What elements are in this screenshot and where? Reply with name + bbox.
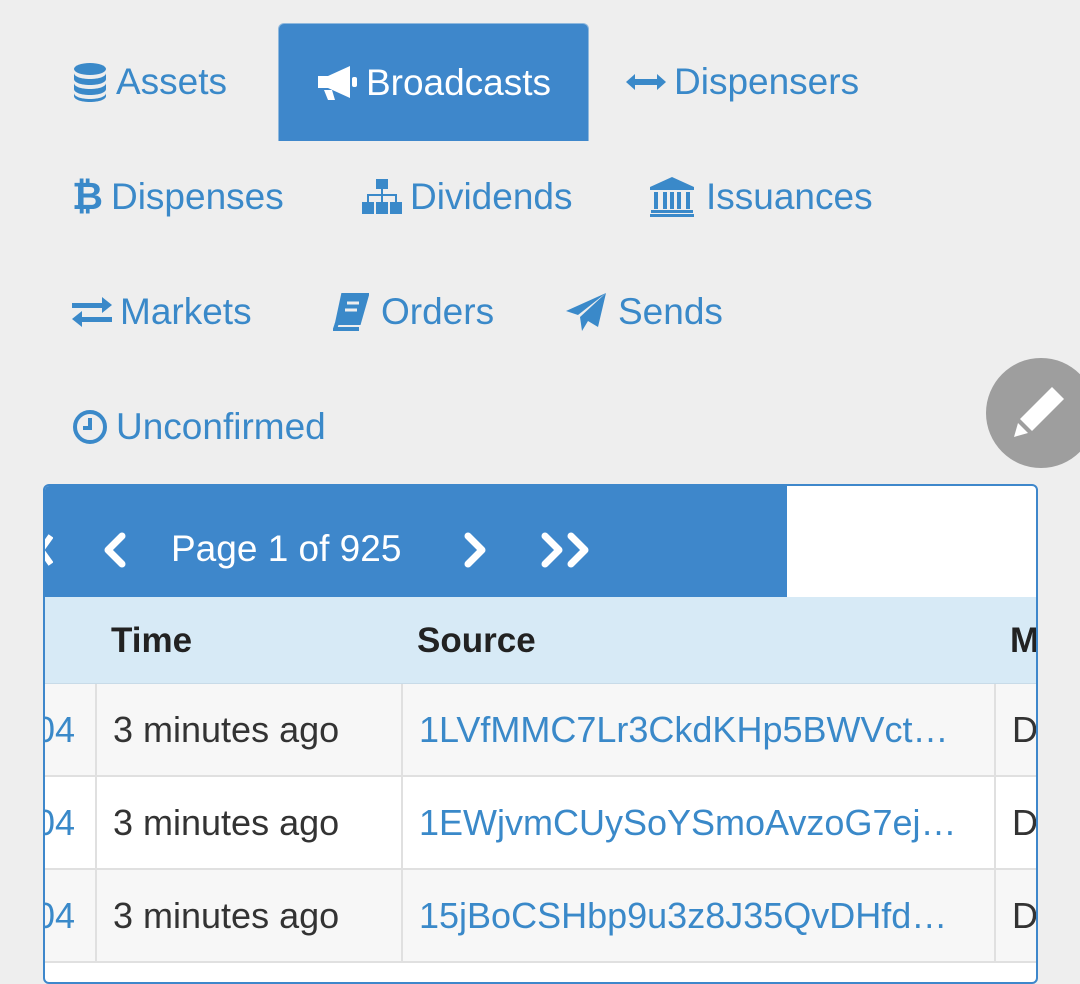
nav-broadcasts[interactable]: Broadcasts — [278, 23, 589, 141]
column-header-time[interactable]: Time — [111, 597, 391, 684]
message-cell: D — [994, 777, 1036, 868]
exchange-icon — [72, 297, 112, 327]
time-cell: 3 minutes ago — [95, 870, 401, 961]
sitemap-icon — [362, 179, 402, 215]
column-header-source[interactable]: Source — [417, 597, 977, 684]
nav-broadcasts-label: Broadcasts — [365, 61, 552, 103]
book-icon — [333, 293, 369, 331]
nav-markets[interactable]: Markets — [72, 290, 252, 334]
chevron-right-icon[interactable] — [463, 532, 487, 573]
broadcasts-panel: Page 1 of 925 Time Source M 04 3 minutes… — [43, 484, 1038, 984]
nav-dispensers-label: Dispensers — [674, 61, 860, 102]
edit-fab-button[interactable] — [986, 358, 1080, 468]
table-row: 04 3 minutes ago 1EWjvmCUySoYSmoAvzoG7ej… — [45, 777, 1036, 870]
nav-sends[interactable]: Sends — [566, 290, 723, 334]
source-address-link[interactable]: 15jBoCSHbp9u3z8J35QvDHfd… — [401, 870, 994, 961]
time-cell: 3 minutes ago — [95, 684, 401, 775]
nav-assets[interactable]: Assets — [72, 60, 227, 104]
clock-icon — [72, 409, 108, 445]
row-id-cell[interactable]: 04 — [45, 870, 95, 961]
nav-dividends-label: Dividends — [410, 176, 573, 217]
table-row: 04 3 minutes ago 1LVfMMC7Lr3CkdKHp5BWVct… — [45, 684, 1036, 777]
nav-sends-label: Sends — [618, 291, 723, 332]
nav-unconfirmed-label: Unconfirmed — [116, 406, 326, 447]
row-id-cell[interactable]: 04 — [45, 684, 95, 775]
table-header: Time Source M — [45, 597, 1036, 684]
pencil-icon — [1012, 383, 1068, 444]
time-cell: 3 minutes ago — [95, 777, 401, 868]
nav-markets-label: Markets — [120, 291, 252, 332]
message-cell: D — [994, 870, 1036, 961]
page-indicator: Page 1 of 925 — [171, 528, 402, 569]
nav-orders[interactable]: Orders — [333, 290, 494, 334]
pagination-bar: Page 1 of 925 — [45, 486, 787, 597]
nav-unconfirmed[interactable]: Unconfirmed — [72, 405, 326, 449]
row-id-cell[interactable]: 04 — [45, 777, 95, 868]
nav-assets-label: Assets — [116, 61, 228, 102]
nav-dispensers[interactable]: Dispensers — [626, 60, 859, 104]
nav-dispenses[interactable]: ₿ Dispenses — [72, 175, 284, 219]
nav-dispenses-label: Dispenses — [110, 176, 284, 217]
double-chevron-right-icon[interactable] — [540, 532, 596, 573]
chevron-left-icon[interactable] — [103, 532, 127, 573]
nav-issuances[interactable]: Issuances — [650, 175, 873, 219]
database-icon — [72, 62, 108, 102]
bullhorn-icon — [316, 64, 358, 102]
arrows-h-icon — [626, 72, 666, 92]
first-page-icon[interactable] — [45, 534, 54, 571]
column-header-message[interactable]: M — [1010, 597, 1036, 684]
paper-plane-icon — [566, 293, 606, 331]
message-cell: D — [994, 684, 1036, 775]
nav-orders-label: Orders — [381, 291, 495, 332]
nav-issuances-label: Issuances — [706, 176, 873, 217]
table-row: 04 3 minutes ago 15jBoCSHbp9u3z8J35QvDHf… — [45, 870, 1036, 963]
source-address-link[interactable]: 1LVfMMC7Lr3CkdKHp5BWVct… — [401, 684, 994, 775]
nav-dividends[interactable]: Dividends — [362, 175, 572, 219]
bank-icon — [650, 177, 694, 217]
source-address-link[interactable]: 1EWjvmCUySoYSmoAvzoG7ej… — [401, 777, 994, 868]
bitcoin-icon: ₿ — [72, 175, 103, 218]
